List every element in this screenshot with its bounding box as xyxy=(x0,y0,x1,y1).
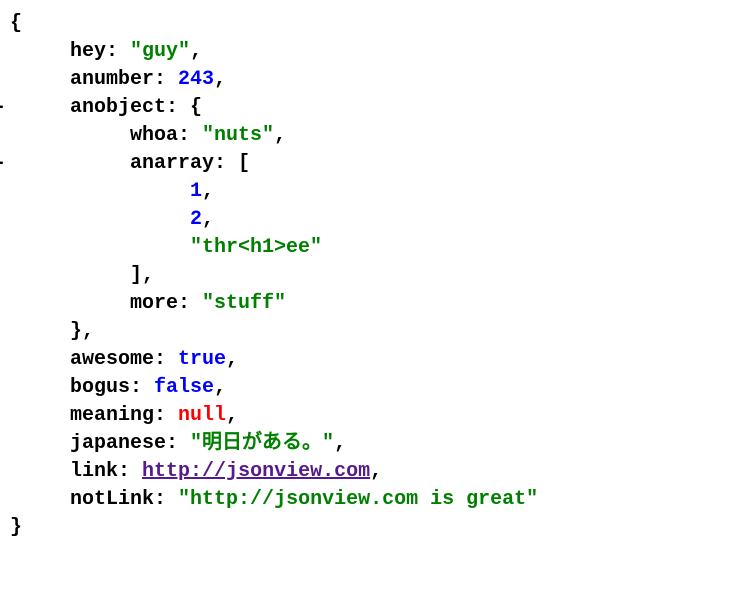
key-meaning: meaning xyxy=(70,404,154,427)
key-japanese: japanese xyxy=(70,432,166,455)
property-anarray: -anarray: [ xyxy=(10,150,742,178)
key-notlink: notLink xyxy=(70,488,154,511)
value-arr2: "thr<h1>ee" xyxy=(190,236,322,259)
collapse-toggle-anobject[interactable]: - xyxy=(0,94,6,122)
json-close-brace: } xyxy=(10,514,742,542)
property-bogus: bogus: false, xyxy=(10,374,742,402)
array-item-2: "thr<h1>ee" xyxy=(10,234,742,262)
array-item-1: 2, xyxy=(10,206,742,234)
value-whoa: "nuts" xyxy=(202,124,274,147)
property-whoa: whoa: "nuts", xyxy=(10,122,742,150)
property-anumber: anumber: 243, xyxy=(10,66,742,94)
anarray-close: ], xyxy=(10,262,742,290)
value-arr0: 1 xyxy=(190,180,202,203)
key-awesome: awesome xyxy=(70,348,154,371)
property-awesome: awesome: true, xyxy=(10,346,742,374)
property-hey: hey: "guy", xyxy=(10,38,742,66)
property-japanese: japanese: "明日がある。", xyxy=(10,430,742,458)
value-bogus: false xyxy=(154,376,214,399)
value-hey: "guy" xyxy=(130,40,190,63)
value-awesome: true xyxy=(178,348,226,371)
key-anumber: anumber xyxy=(70,68,154,91)
property-meaning: meaning: null, xyxy=(10,402,742,430)
value-more: "stuff" xyxy=(202,292,286,315)
key-anobject: anobject xyxy=(70,96,166,119)
property-notlink: notLink: "http://jsonview.com is great" xyxy=(10,486,742,514)
value-notlink: "http://jsonview.com is great" xyxy=(178,488,538,511)
key-hey: hey xyxy=(70,40,106,63)
value-arr1: 2 xyxy=(190,208,202,231)
collapse-toggle-anarray[interactable]: - xyxy=(0,150,6,178)
value-meaning: null xyxy=(178,404,226,427)
property-anobject: -anobject: { xyxy=(10,94,742,122)
key-more: more xyxy=(130,292,178,315)
json-open-brace: { xyxy=(10,10,742,38)
value-japanese: "明日がある。" xyxy=(190,432,334,455)
key-whoa: whoa xyxy=(130,124,178,147)
property-more: more: "stuff" xyxy=(10,290,742,318)
property-link: link: http://jsonview.com, xyxy=(10,458,742,486)
key-bogus: bogus xyxy=(70,376,130,399)
anobject-close: }, xyxy=(10,318,742,346)
array-item-0: 1, xyxy=(10,178,742,206)
value-anumber: 243 xyxy=(178,68,214,91)
key-anarray: anarray xyxy=(130,152,214,175)
value-link[interactable]: http://jsonview.com xyxy=(142,460,370,483)
key-link: link xyxy=(70,460,118,483)
